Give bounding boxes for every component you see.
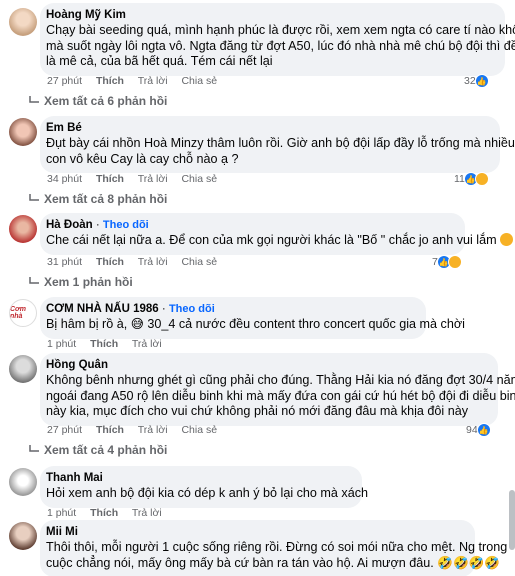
comment-line: ngoái đang A50 rộ lên diễu binh khi mà m… xyxy=(46,388,515,403)
comment-time[interactable]: 1 phút xyxy=(47,338,76,350)
comment-author[interactable]: Em Bé xyxy=(46,121,490,136)
follow-button[interactable]: Theo dõi xyxy=(169,303,215,315)
comment-line: Không bênh nhưng ghét gì cũng phải cho đ… xyxy=(46,373,515,387)
reaction-summary[interactable]: 7 👍 xyxy=(432,255,462,269)
like-button[interactable]: Thích xyxy=(96,173,124,185)
reply-button[interactable]: Trả lời xyxy=(138,256,168,268)
comment-line: Thôi thôi, mỗi người 1 cuộc sống riêng r… xyxy=(46,540,508,554)
avatar[interactable] xyxy=(9,355,37,383)
haha-reaction-icon xyxy=(474,172,489,186)
comment-time[interactable]: 34 phút xyxy=(47,173,82,185)
avatar[interactable]: Cơm nhà xyxy=(9,299,37,327)
author-name[interactable]: CƠM NHÀ NẤU 1986 xyxy=(46,303,159,315)
comment-line: Chạy bài seeding quá, mình hạnh phúc là … xyxy=(46,23,515,37)
comment-feed: Hoàng Mỹ Kim Chạy bài seeding quá, mình … xyxy=(0,0,515,576)
reply-arrow-icon xyxy=(29,194,39,201)
comment-actions: 27 phút Thích Trả lời Chia sẻ xyxy=(47,424,228,436)
view-replies-label: Xem tất cả 8 phản hồi xyxy=(44,192,168,206)
comment-line: Bị hâm bị rồ à, 😅 30_4 cả nước đều conte… xyxy=(46,317,465,331)
view-replies-link[interactable]: Xem tất cả 4 phản hồi xyxy=(28,443,167,457)
comment-author: Hà Đoàn · Theo dõi xyxy=(46,219,149,231)
comment-time[interactable]: 31 phút xyxy=(47,256,82,268)
avatar[interactable] xyxy=(9,8,37,36)
comment-line: Đụt bày cái nhồn Hoà Minzy thâm luôn rồi… xyxy=(46,136,515,150)
comment-line: cuộc chẳng nói, mấy ông mấy bà cứ bàn ra… xyxy=(46,555,500,570)
avatar[interactable] xyxy=(9,118,37,146)
comment-author: CƠM NHÀ NẤU 1986 · Theo dõi xyxy=(46,303,215,315)
avatar[interactable] xyxy=(9,522,37,550)
reaction-count: 94 xyxy=(466,424,478,436)
comment-author[interactable]: Mii Mi xyxy=(46,525,465,540)
comment-line: là mê cả, của bã hết quá. Tém cái nết lạ… xyxy=(46,54,273,68)
reply-button[interactable]: Trả lời xyxy=(132,338,162,350)
like-reaction-icon: 👍 xyxy=(476,423,491,437)
like-button[interactable]: Thích xyxy=(96,256,124,268)
view-replies-link[interactable]: Xem 1 phản hồi xyxy=(28,275,133,289)
share-button[interactable]: Chia sẻ xyxy=(181,256,217,268)
author-name[interactable]: Hà Đoàn xyxy=(46,219,93,231)
view-replies-label: Xem tất cả 6 phản hồi xyxy=(44,94,168,108)
comment-bubble: Em Bé Đụt bày cái nhồn Hoà Minzy thâm lu… xyxy=(40,116,515,173)
comment-actions: 34 phút Thích Trả lời Chia sẻ xyxy=(47,173,228,185)
comment-actions: 27 phút Thích Trả lời Chia sẻ xyxy=(47,75,228,87)
share-button[interactable]: Chia sẻ xyxy=(181,173,217,185)
reaction-count: 32 xyxy=(464,75,476,87)
reply-button[interactable]: Trả lời xyxy=(138,173,168,185)
comment-line: mà suốt ngày lôi ngta vô. Ngta đăng từ đ… xyxy=(46,38,515,53)
view-replies-label: Xem 1 phản hồi xyxy=(44,275,133,289)
follow-button[interactable]: Theo dõi xyxy=(103,219,149,231)
comment-line: Hỏi xem anh bộ đội kia có dép k anh ý bỏ… xyxy=(46,486,369,500)
reply-button[interactable]: Trả lời xyxy=(132,507,162,519)
reply-arrow-icon xyxy=(29,277,39,284)
share-button[interactable]: Chia sẻ xyxy=(181,75,217,87)
like-button[interactable]: Thích xyxy=(90,507,118,519)
reaction-summary[interactable]: 11 👍 xyxy=(454,172,489,186)
comment-line: Che cái nết lại nữa a. Để con của mk gọi… xyxy=(46,233,514,249)
comment-author[interactable]: Thanh Mai xyxy=(46,471,352,486)
comment-bubble: CƠM NHÀ NẤU 1986 · Theo dõi Bị hâm bị rồ… xyxy=(40,297,465,339)
comment-time[interactable]: 1 phút xyxy=(47,507,76,519)
comment-actions: 1 phút Thích Trả lời xyxy=(47,338,173,350)
comment-line: con vô kêu Cay là cay chỗ nào ạ ? xyxy=(46,151,239,166)
comment-bubble: Hà Đoàn · Theo dõi Che cái nết lại nữa a… xyxy=(40,213,514,255)
view-replies-link[interactable]: Xem tất cả 8 phản hồi xyxy=(28,192,167,206)
reaction-summary[interactable]: 32 👍 xyxy=(464,74,489,88)
like-button[interactable]: Thích xyxy=(96,75,124,87)
like-button[interactable]: Thích xyxy=(90,338,118,350)
view-replies-label: Xem tất cả 4 phản hồi xyxy=(44,443,168,457)
view-replies-link[interactable]: Xem tất cả 6 phản hồi xyxy=(28,94,167,108)
haha-reaction-icon xyxy=(447,255,462,269)
laugh-emoji-icon xyxy=(500,233,514,246)
comment-bubble: Thanh Mai Hỏi xem anh bộ đội kia có dép … xyxy=(40,466,369,508)
comment-actions: 1 phút Thích Trả lời xyxy=(47,507,173,519)
avatar[interactable] xyxy=(9,215,37,243)
reply-arrow-icon xyxy=(29,96,39,103)
comment-bubble: Mii Mi Thôi thôi, mỗi người 1 cuộc sống … xyxy=(40,520,508,576)
share-button[interactable]: Chia sẻ xyxy=(181,424,217,436)
comment-time[interactable]: 27 phút xyxy=(47,75,82,87)
reply-arrow-icon xyxy=(29,445,39,452)
comment-time[interactable]: 27 phút xyxy=(47,424,82,436)
reaction-summary[interactable]: 94 👍 xyxy=(466,423,491,437)
comment-author[interactable]: Hoàng Mỹ Kim xyxy=(46,8,495,23)
comment-author[interactable]: Hồng Quân xyxy=(46,358,488,373)
like-button[interactable]: Thích xyxy=(96,424,124,436)
reply-button[interactable]: Trả lời xyxy=(138,424,168,436)
reply-button[interactable]: Trả lời xyxy=(138,75,168,87)
comment-bubble: Hồng Quân Không bênh nhưng ghét gì cũng … xyxy=(40,353,515,426)
comment-line: này kia, mục đích cho vui chứ không phải… xyxy=(46,404,469,418)
scrollbar-thumb[interactable] xyxy=(509,490,515,550)
like-reaction-icon: 👍 xyxy=(474,74,489,88)
comment-bubble: Hoàng Mỹ Kim Chạy bài seeding quá, mình … xyxy=(40,3,515,76)
avatar[interactable] xyxy=(9,468,37,496)
comment-actions: 31 phút Thích Trả lời Chia sẻ xyxy=(47,256,228,268)
